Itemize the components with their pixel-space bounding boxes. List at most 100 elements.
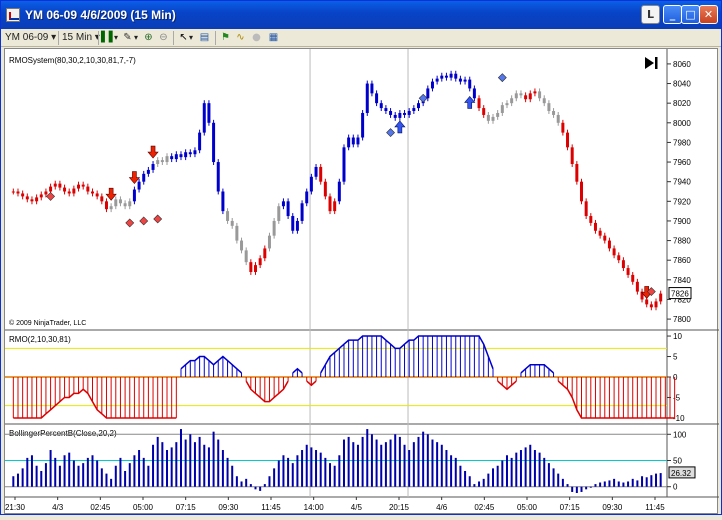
signal-diamond-icon [386,128,395,138]
percentb-bar [589,486,592,488]
draw-tool-dropdown-icon[interactable]: ▾ [134,31,138,45]
candle-body [39,194,43,198]
percentb-bar [26,457,29,487]
x-tick-label: 11:45 [261,503,281,512]
strategy-icon[interactable]: ⚑ [219,31,232,45]
zoom-in-icon[interactable]: ⊕ [142,31,155,45]
x-tick-label: 21:30 [5,503,26,512]
percentb-bar [226,457,229,487]
price-tick-label: 7940 [673,178,691,187]
candle-body [35,197,39,202]
percentb-bar [329,463,332,487]
percentb-bar [179,429,182,487]
x-tick-label: 4/6 [436,503,448,512]
price-tick-label: 7840 [673,276,691,285]
percentb-bar [100,468,103,487]
properties-icon[interactable]: ▤ [198,31,211,45]
candle-body [174,154,178,160]
maximize-button[interactable]: □ [681,5,700,24]
percentb-bar [361,436,364,487]
percentb-bar [403,444,406,487]
percentb-bar [617,481,620,487]
candle-body [212,122,216,163]
percentb-bar [538,452,541,487]
data-box-icon[interactable]: ▦ [267,31,280,45]
percentb-bar [124,470,127,487]
candle-body [193,150,197,155]
candle-body [589,216,593,223]
candle-body [137,181,141,190]
candle-body [109,206,113,210]
instrument-selector[interactable]: YM 06-09 ▾ [5,31,56,45]
candle-body [165,156,169,163]
price-tick-label: 7880 [673,237,691,246]
candle-body [118,199,122,204]
percentb-bar [249,484,252,487]
candle-body [505,103,509,106]
percentb-bar [552,468,555,487]
circle-icon[interactable]: ● [250,31,263,45]
title-bar[interactable]: YM 06-09 4/6/2009 (15 Min) L _ □ ✕ [1,1,721,29]
candle-body [104,201,108,210]
percentb-bar [217,439,220,487]
candle-body [72,188,76,194]
percentb-bar [40,470,43,487]
candle-body [240,240,244,251]
percentb-bar [319,452,322,487]
bar-style-dropdown-icon[interactable]: ▾ [114,31,118,45]
toolbar-separator [98,31,99,45]
bar-style-icon[interactable]: ▌▌ [101,31,116,45]
candle-body [510,98,514,104]
percentb-bar [175,442,178,487]
interval-selector[interactable]: 15 Min ▾ [62,31,100,45]
candle-body [626,268,630,275]
candle-body [91,191,94,194]
rmo-tick-label: 5 [673,353,678,362]
percentb-bar [30,455,33,487]
percentb-tick-label: 0 [673,483,678,492]
percentb-bar [35,465,38,487]
candle-body [188,152,192,155]
minimize-button[interactable]: _ [663,5,682,24]
candle-body [482,108,486,115]
rmo-outline [13,388,177,419]
candle-body [514,93,518,99]
percentb-bar [277,460,280,487]
zoom-out-icon[interactable]: ⊖ [157,31,170,45]
candle-body [426,88,430,99]
rmo-outline [245,380,289,403]
candle-body [323,181,327,197]
x-tick-label: 14:00 [304,503,325,512]
candle-body [25,196,29,200]
candle-body [267,235,271,249]
chart-svg[interactable]: RMOSystem(80,30,2,10,30,81,7,-7) © 2009 N… [5,49,719,515]
candle-body [398,112,402,118]
candle-body [81,184,85,187]
candle-body [77,184,81,189]
candle-body [430,81,434,89]
close-button[interactable]: ✕ [699,5,718,24]
percentb-bar [342,439,345,487]
percentb-bar [184,439,187,487]
candle-body [53,183,57,187]
candle-body [142,173,146,182]
percentb-bar [268,476,271,487]
candle-body [300,203,304,221]
lock-button[interactable]: L [641,5,660,24]
rmo-panel-title: RMO(2,10,30,81) [9,335,71,344]
draw-tool-icon[interactable]: ✎ [121,31,134,45]
candle-body [593,222,597,231]
candle-body [435,78,439,82]
percentb-bar [44,463,47,487]
percentb-bar [608,480,611,487]
candle-body [612,248,616,256]
percentb-bar [557,473,560,487]
candle-body [100,196,104,202]
candle-body [11,191,15,193]
pointer-dropdown-icon[interactable]: ▾ [189,31,193,45]
chart-area[interactable]: RMOSystem(80,30,2,10,30,81,7,-7) © 2009 N… [4,48,719,515]
percentb-bar [566,484,569,487]
indicator-icon[interactable]: ∿ [234,31,247,45]
candle-body [132,189,136,202]
percentb-bar [627,481,630,487]
